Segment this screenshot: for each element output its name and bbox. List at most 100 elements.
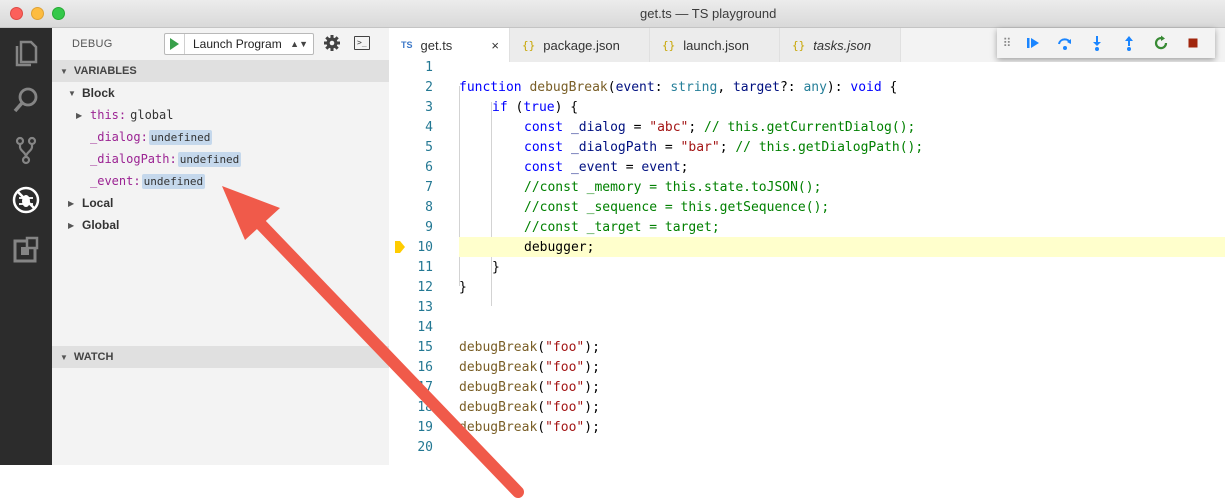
scope-block[interactable]: ▼ Block: [52, 82, 389, 104]
variable-name: this:: [90, 108, 127, 122]
code-text: //const _sequence = this.getSequence();: [524, 199, 830, 215]
code-line: 13: [389, 297, 1225, 317]
scope-label: Block: [82, 86, 115, 100]
tab-label: package.json: [543, 37, 620, 53]
line-number: 20: [417, 439, 433, 455]
play-icon: [170, 38, 179, 50]
code-text: function debugBreak(event: string, targe…: [459, 79, 898, 95]
json-file-icon: {}: [522, 38, 536, 52]
zoom-window-button[interactable]: [52, 7, 65, 20]
json-file-icon: {}: [792, 38, 806, 52]
code-text: //const _memory = this.state.toJSON();: [524, 179, 822, 195]
line-number: 16: [417, 359, 433, 375]
start-debugging-button[interactable]: [165, 34, 185, 54]
close-icon[interactable]: ×: [491, 38, 499, 53]
line-number: 11: [417, 259, 433, 275]
code-text: debugBreak("foo");: [459, 359, 600, 375]
window-controls: [10, 7, 65, 20]
line-number: 2: [425, 79, 433, 95]
continue-icon[interactable]: [1017, 28, 1049, 58]
debug-console-icon[interactable]: >_: [354, 36, 370, 50]
search-icon[interactable]: [8, 82, 44, 118]
stop-icon[interactable]: [1177, 28, 1209, 58]
code-text: debugger;: [524, 239, 595, 255]
gear-icon[interactable]: [323, 34, 341, 52]
variable-value: undefined: [148, 129, 213, 145]
code-text: if (true) {: [492, 99, 579, 115]
code-line: 4 const _dialog = "abc"; // this.getCurr…: [389, 117, 1225, 137]
step-over-icon[interactable]: [1049, 28, 1081, 58]
debug-title: DEBUG: [72, 38, 113, 50]
line-number: 7: [425, 179, 433, 195]
code-line: 8 //const _sequence = this.getSequence()…: [389, 197, 1225, 217]
background-area: [0, 465, 1225, 502]
files-icon[interactable]: [8, 34, 44, 70]
code-line: 6 const _event = event;: [389, 157, 1225, 177]
line-number: 5: [425, 139, 433, 155]
code-line: 12 }: [389, 277, 1225, 297]
code-line: 16 debugBreak("foo");: [389, 357, 1225, 377]
source-control-icon[interactable]: [8, 132, 44, 168]
drag-handle[interactable]: ⠿: [997, 36, 1017, 50]
close-window-button[interactable]: [10, 7, 23, 20]
line-number: 12: [417, 279, 433, 295]
line-number: 14: [417, 319, 433, 335]
launch-config-select[interactable]: Launch Program ▲▼: [164, 33, 314, 55]
variables-section-header[interactable]: ▼ VARIABLES: [52, 60, 389, 82]
variable-row[interactable]: _event: undefined: [52, 170, 389, 192]
window-title: get.ts — TS playground: [640, 6, 777, 21]
json-file-icon: {}: [662, 38, 676, 52]
chevron-down-icon: ▼: [68, 88, 76, 98]
line-number: 3: [425, 99, 433, 115]
variable-value: undefined: [141, 173, 206, 189]
code-text: debugBreak("foo");: [459, 419, 600, 435]
code-text: const _dialog = "abc"; // this.getCurren…: [524, 119, 916, 135]
code-line: 18 debugBreak("foo");: [389, 397, 1225, 417]
scope-global[interactable]: ▶ Global: [52, 214, 389, 236]
code-line: 1: [389, 57, 1225, 77]
code-line-current: 10 debugger;: [389, 237, 1225, 257]
variable-value: undefined: [177, 151, 242, 167]
line-number: 9: [425, 219, 433, 235]
debug-sidebar: DEBUG Launch Program ▲▼ >_ ▼ VARIABLES ▼…: [52, 28, 389, 465]
step-into-icon[interactable]: [1081, 28, 1113, 58]
code-line: 2 function debugBreak(event: string, tar…: [389, 77, 1225, 97]
code-line: 3 if (true) {: [389, 97, 1225, 117]
debug-icon[interactable]: [8, 182, 44, 218]
line-number: 4: [425, 119, 433, 135]
code-text: debugBreak("foo");: [459, 339, 600, 355]
variable-row[interactable]: _dialogPath: undefined: [52, 148, 389, 170]
line-number: 18: [417, 399, 433, 415]
variable-name: _event:: [90, 174, 141, 188]
line-number: 1: [425, 59, 433, 75]
code-text: debugBreak("foo");: [459, 399, 600, 415]
step-out-icon[interactable]: [1113, 28, 1145, 58]
variable-row[interactable]: _dialog: undefined: [52, 126, 389, 148]
scope-local[interactable]: ▶ Local: [52, 192, 389, 214]
scope-label: Global: [82, 218, 120, 232]
code-line: 7 //const _memory = this.state.toJSON();: [389, 177, 1225, 197]
chevron-down-icon: ▼: [60, 66, 68, 76]
extensions-icon[interactable]: [8, 232, 44, 268]
chevron-down-icon: ▲▼: [290, 39, 308, 49]
code-line: 11 }: [389, 257, 1225, 277]
chevron-right-icon: ▶: [76, 110, 83, 120]
variable-this[interactable]: ▶ this: global: [52, 104, 389, 126]
debug-toolbar: ⠿: [997, 28, 1215, 58]
launch-config-label: Launch Program: [193, 37, 282, 51]
code-line: 5 const _dialogPath = "bar"; // this.get…: [389, 137, 1225, 157]
line-number: 17: [417, 379, 433, 395]
code-text: //const _target = target;: [524, 219, 720, 235]
breakpoint-arrow-icon[interactable]: [395, 241, 405, 253]
code-line: 9 //const _target = target;: [389, 217, 1225, 237]
restart-icon[interactable]: [1145, 28, 1177, 58]
typescript-file-icon: TS: [401, 40, 413, 50]
code-editor[interactable]: 1 2 function debugBreak(event: string, t…: [389, 60, 1225, 465]
watch-section-header[interactable]: ▼ WATCH: [52, 346, 389, 368]
tab-label: tasks.json: [813, 37, 872, 53]
code-line: 19 debugBreak("foo");: [389, 417, 1225, 437]
minimize-window-button[interactable]: [31, 7, 44, 20]
line-number: 19: [417, 419, 433, 435]
tab-label: get.ts: [420, 37, 453, 53]
code-text: debugBreak("foo");: [459, 379, 600, 395]
